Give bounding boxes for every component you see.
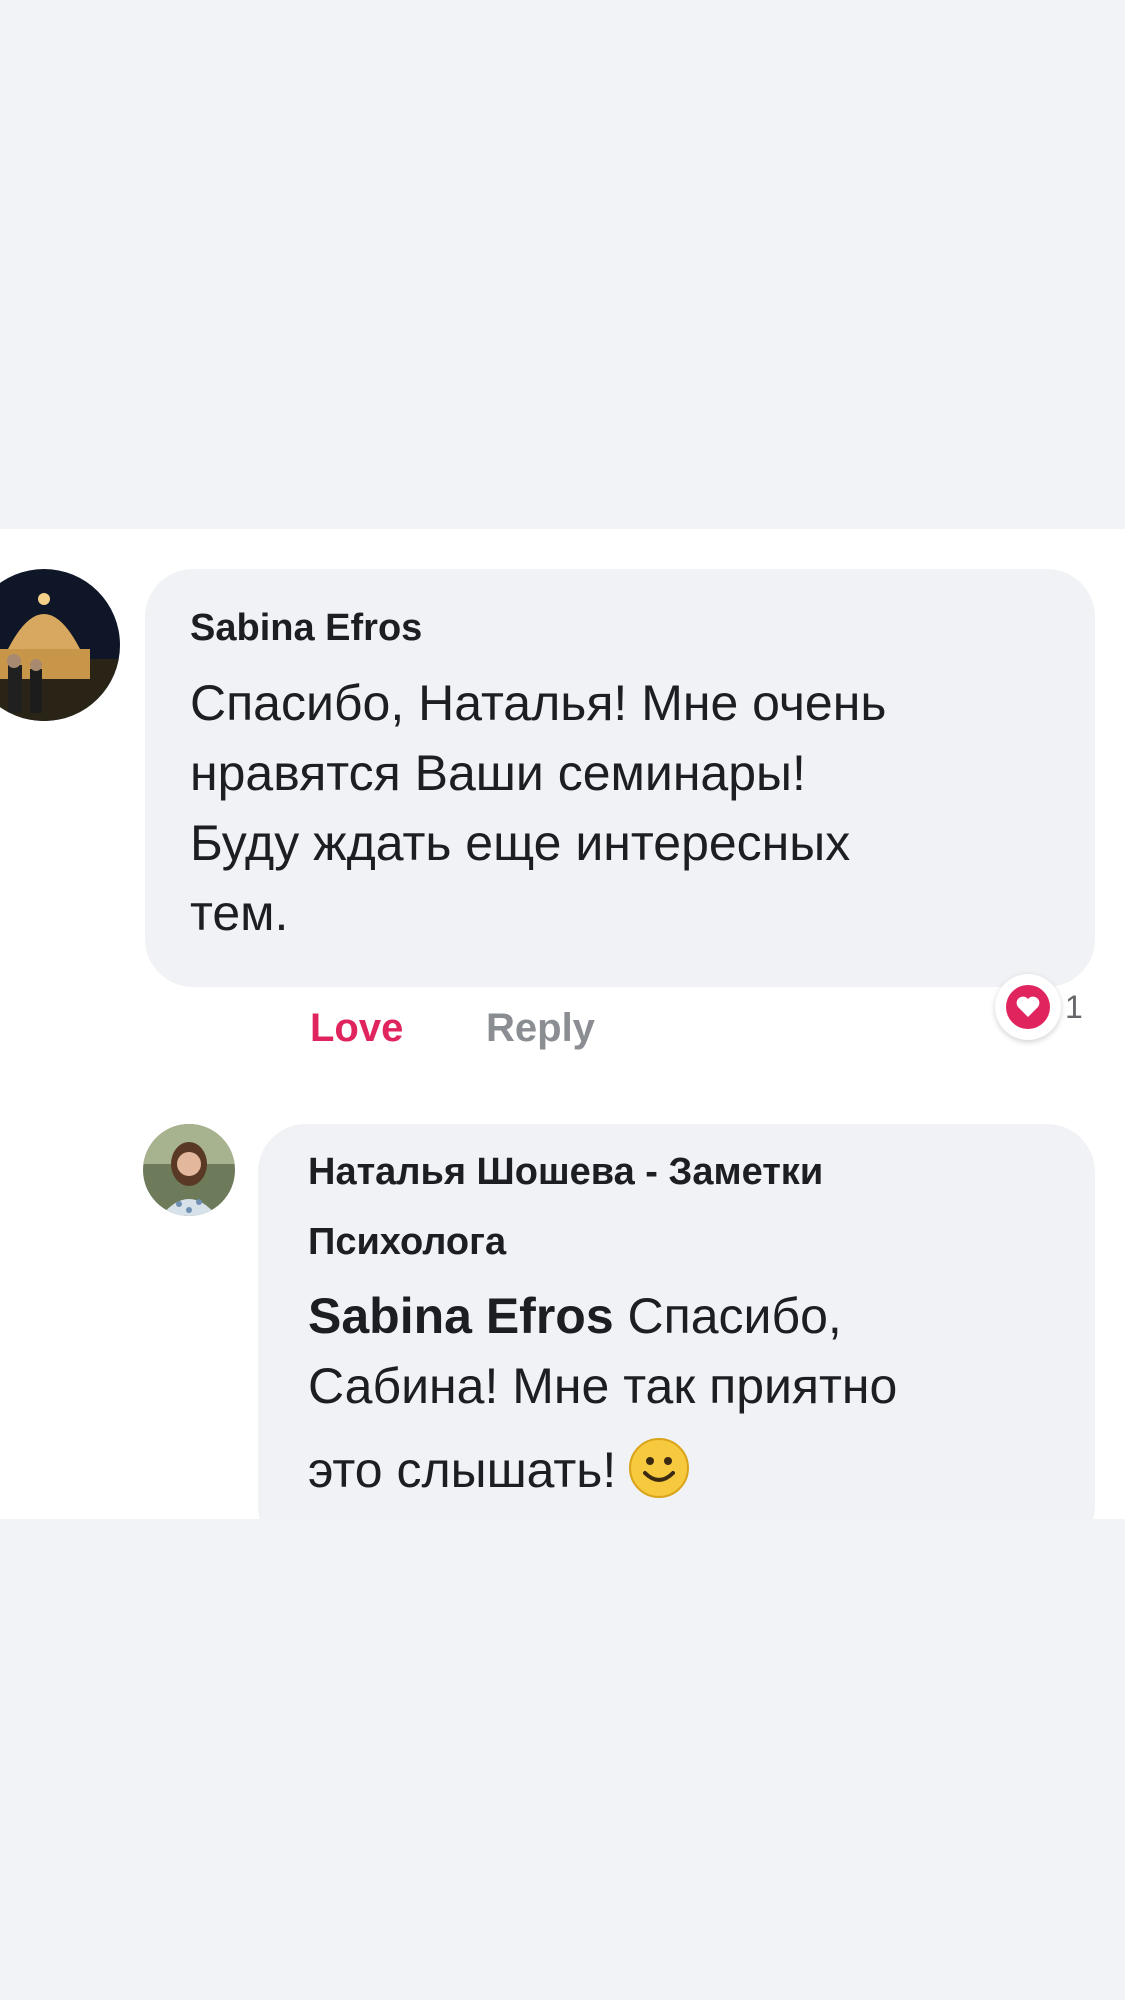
reply-author[interactable]: Психолога	[308, 1221, 506, 1264]
mention-link[interactable]: Sabina Efros	[308, 1288, 614, 1344]
comment-line: Спасибо, Наталья! Мне очень	[190, 675, 887, 731]
reaction-summary[interactable]: 1	[995, 974, 1083, 1040]
comment-thread: Sabina Efros Спасибо, Наталья! Мне очень…	[0, 529, 1125, 1519]
reply-line: Sabina Efros Спасибо,	[308, 1287, 842, 1345]
smiley-emoji-icon	[628, 1437, 690, 1511]
reply-author[interactable]: Наталья Шошева - Заметки	[308, 1151, 823, 1194]
reply-text: Спасибо,	[613, 1288, 842, 1344]
natalia-avatar[interactable]	[143, 1124, 235, 1216]
heart-icon	[995, 974, 1061, 1040]
reply-line: Сабина! Мне так приятно	[308, 1358, 898, 1414]
comment-line: Буду ждать еще интересных	[190, 815, 851, 871]
sabina-avatar[interactable]	[0, 569, 120, 721]
reply-button[interactable]: Reply	[486, 1006, 595, 1051]
reply-line: это слышать!	[308, 1437, 690, 1511]
love-button[interactable]: Love	[310, 1006, 403, 1051]
reaction-count: 1	[1065, 988, 1083, 1025]
comment-author[interactable]: Sabina Efros	[190, 607, 422, 650]
comment-line: нравятся Ваши семинары!	[190, 745, 806, 801]
comment-line: тем.	[190, 885, 289, 941]
reply-text: это слышать!	[308, 1442, 617, 1499]
